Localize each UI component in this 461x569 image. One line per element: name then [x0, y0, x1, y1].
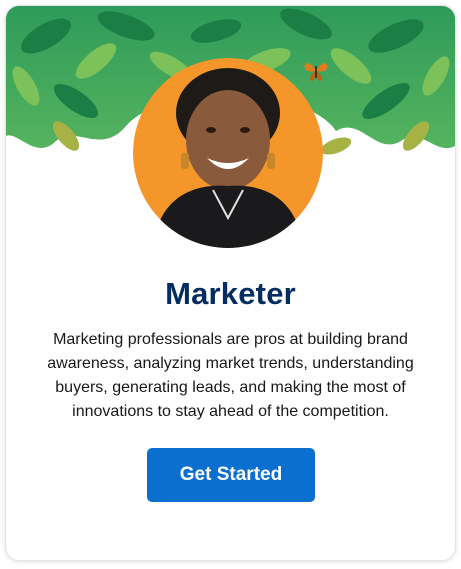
butterfly-icon — [304, 63, 328, 81]
role-card: Marketer Marketing professionals are pro… — [5, 5, 456, 561]
role-description: Marketing professionals are pros at buil… — [47, 331, 414, 420]
role-title: Marketer — [165, 276, 296, 311]
avatar — [133, 58, 323, 248]
get-started-button[interactable]: Get Started — [147, 448, 315, 502]
